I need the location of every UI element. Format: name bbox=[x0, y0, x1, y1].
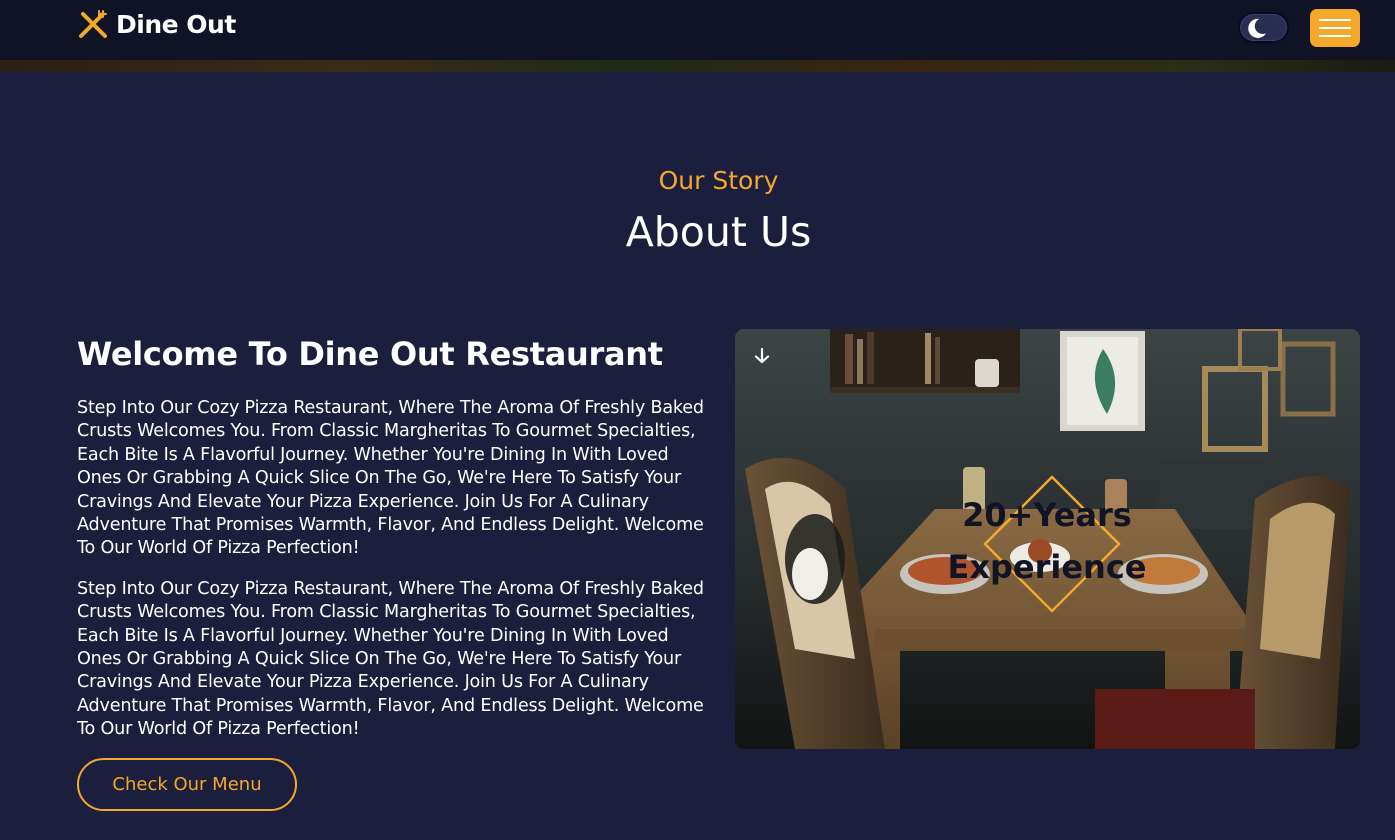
brand-logo-link[interactable]: Dine Out bbox=[77, 6, 236, 42]
check-menu-button[interactable]: Check Our Menu bbox=[77, 758, 297, 811]
section-title: About Us bbox=[625, 208, 812, 256]
welcome-heading: Welcome To Dine Out Restaurant bbox=[77, 335, 663, 373]
experience-label: Experience bbox=[947, 548, 1147, 586]
arrow-down-icon bbox=[754, 347, 770, 364]
about-content: Welcome To Dine Out Restaurant Step Into… bbox=[77, 333, 707, 742]
hamburger-icon bbox=[1319, 19, 1351, 21]
restaurant-photo: 20+Years Experience bbox=[735, 329, 1360, 749]
brand-name: Dine Out bbox=[116, 9, 236, 39]
hamburger-icon bbox=[1319, 27, 1351, 29]
moon-icon bbox=[1248, 18, 1267, 38]
hamburger-menu-button[interactable] bbox=[1310, 9, 1360, 47]
navbar: Dine Out bbox=[0, 0, 1395, 60]
hamburger-icon bbox=[1319, 35, 1351, 37]
section-eyebrow: Our Story bbox=[658, 166, 779, 195]
site-header: Dine Out bbox=[0, 0, 1395, 72]
about-paragraph: Step Into Our Cozy Pizza Restaurant, Whe… bbox=[77, 578, 704, 740]
about-paragraph: Step Into Our Cozy Pizza Restaurant, Whe… bbox=[77, 398, 704, 559]
theme-toggle[interactable] bbox=[1238, 12, 1289, 43]
experience-years: 20+Years bbox=[962, 496, 1132, 534]
experience-badge: 20+Years Experience bbox=[947, 489, 1147, 593]
fork-knife-icon bbox=[79, 10, 107, 38]
